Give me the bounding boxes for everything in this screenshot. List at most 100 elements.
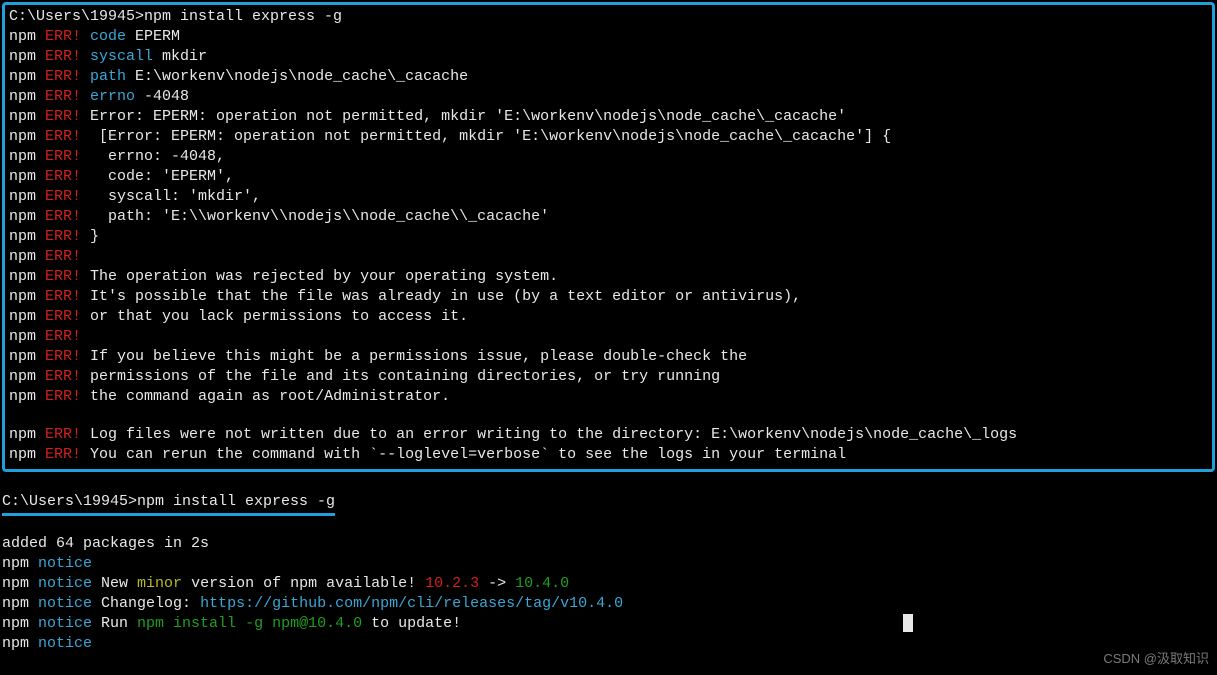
err-text: [Error: EPERM: operation not permitted, … [81,128,891,145]
npm-err-line: npm ERR! the command again as root/Admin… [9,387,1208,407]
npm-err-line: npm ERR! Error: EPERM: operation not per… [9,107,1208,127]
err-label: ERR! [36,368,81,385]
err-label: ERR! [36,108,81,125]
npm-err-line: npm ERR! [Error: EPERM: operation not pe… [9,127,1208,147]
err-label: ERR! [36,208,81,225]
text: Run [92,615,137,632]
err-label: ERR! [36,28,81,45]
npm-label: npm [2,595,29,612]
npm-label: npm [2,615,29,632]
npm-notice-changelog: npm notice Changelog: https://github.com… [2,594,1217,614]
npm-label: npm [9,248,36,265]
err-label: ERR! [36,446,81,463]
npm-label: npm [9,108,36,125]
err-label: ERR! [36,328,81,345]
blank-line [2,474,1217,492]
npm-label: npm [2,635,29,652]
npm-label: npm [9,208,36,225]
err-key: code [81,28,126,45]
notice-label: notice [29,555,92,572]
blank-line [2,516,1217,534]
prompt-command: npm install express -g [144,8,342,25]
minor-word: minor [137,575,182,592]
text: Changelog: [92,595,200,612]
err-text: code: 'EPERM', [81,168,234,185]
npm-label: npm [9,288,36,305]
err-text: path: 'E:\\workenv\\nodejs\\node_cache\\… [81,208,549,225]
text: New [92,575,137,592]
changelog-url: https://github.com/npm/cli/releases/tag/… [200,595,623,612]
notice-label: notice [29,575,92,592]
npm-label: npm [9,446,36,463]
npm-label: npm [2,555,29,572]
npm-err-line: npm ERR! } [9,227,1208,247]
err-label: ERR! [36,308,81,325]
npm-label: npm [9,188,36,205]
watermark: CSDN @汲取知识 [1103,649,1209,669]
old-version: 10.2.3 [425,575,479,592]
npm-notice-run: npm notice Run npm install -g npm@10.4.0… [2,614,1217,634]
npm-err-syscall: npm ERR! syscall mkdir [9,47,1208,67]
prompt-path: C:\Users\19945> [2,493,137,510]
prompt-path: C:\Users\19945> [9,8,144,25]
npm-err-line: npm ERR! path: 'E:\\workenv\\nodejs\\nod… [9,207,1208,227]
npm-err-line: npm ERR! Log files were not written due … [9,425,1208,445]
npm-label: npm [9,128,36,145]
err-key: errno [81,88,135,105]
npm-label: npm [9,68,36,85]
npm-label: npm [9,308,36,325]
npm-err-code: npm ERR! code EPERM [9,27,1208,47]
notice-label: notice [29,595,92,612]
err-label: ERR! [36,248,81,265]
err-text: If you believe this might be a permissio… [81,348,747,365]
err-val: mkdir [153,48,207,65]
err-val: EPERM [126,28,180,45]
arrow: -> [479,575,515,592]
err-label: ERR! [36,88,81,105]
err-label: ERR! [36,128,81,145]
cursor-icon [903,614,913,632]
err-label: ERR! [36,148,81,165]
npm-err-line: npm ERR! syscall: 'mkdir', [9,187,1208,207]
npm-label: npm [9,28,36,45]
npm-err-line: npm ERR! You can rerun the command with … [9,445,1208,465]
added-text: added 64 packages in 2s [2,535,209,552]
highlighted-error-block: C:\Users\19945>npm install express -g np… [2,2,1215,472]
err-label: ERR! [36,426,81,443]
notice-label: notice [29,635,92,652]
npm-label: npm [9,228,36,245]
npm-err-line: npm ERR! [9,247,1208,267]
npm-label: npm [9,328,36,345]
err-label: ERR! [36,48,81,65]
err-label: ERR! [36,348,81,365]
npm-err-line: npm ERR! If you believe this might be a … [9,347,1208,367]
npm-label: npm [9,426,36,443]
new-version: 10.4.0 [515,575,569,592]
npm-err-line: npm ERR! errno: -4048, [9,147,1208,167]
npm-label: npm [9,148,36,165]
err-text: syscall: 'mkdir', [81,188,261,205]
err-text: Error: EPERM: operation not permitted, m… [81,108,846,125]
update-command: npm install -g npm@10.4.0 [137,615,362,632]
npm-label: npm [2,575,29,592]
notice-label: notice [29,615,92,632]
err-label: ERR! [36,188,81,205]
npm-err-line: npm ERR! code: 'EPERM', [9,167,1208,187]
err-text: Log files were not written due to an err… [81,426,1017,443]
npm-notice-version: npm notice New minor version of npm avai… [2,574,1217,594]
npm-err-line: npm ERR! [9,327,1208,347]
npm-err-line: npm ERR! It's possible that the file was… [9,287,1208,307]
npm-notice-line: npm notice [2,634,1217,654]
err-text: the command again as root/Administrator. [81,388,450,405]
npm-notice-line: npm notice [2,554,1217,574]
err-key: syscall [81,48,153,65]
npm-label: npm [9,168,36,185]
err-label: ERR! [36,288,81,305]
prompt-command: npm install express -g [137,493,335,510]
added-packages-line: added 64 packages in 2s [2,534,1217,554]
lower-terminal[interactable]: C:\Users\19945>npm install express -g ad… [0,474,1217,654]
npm-label: npm [9,368,36,385]
text: to update! [362,615,461,632]
npm-err-line: npm ERR! permissions of the file and its… [9,367,1208,387]
npm-label: npm [9,268,36,285]
